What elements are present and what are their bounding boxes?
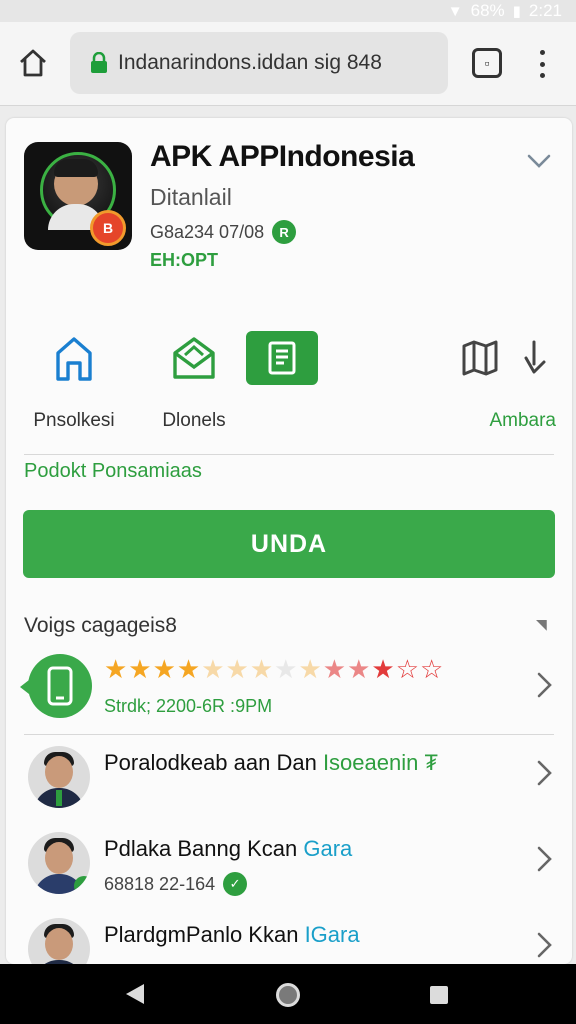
menu-dot-icon — [539, 61, 545, 67]
caret-icon[interactable]: ◥ — [536, 616, 547, 633]
action-label: Pnsolkesi — [33, 410, 115, 431]
list-item-title-accent: Gara — [303, 836, 353, 861]
system-nav-bar — [0, 964, 576, 1024]
app-icon-hair — [54, 159, 98, 177]
menu-dot-icon — [539, 50, 545, 55]
action-pnsolkesi[interactable]: Pnsolkesi — [24, 328, 124, 432]
browser-toolbar: Indanarindons.iddan sig 848 ▫ — [0, 22, 576, 106]
tabs-button[interactable]: ▫ — [472, 48, 502, 78]
section-link[interactable]: Podokt Ponsamiaas — [24, 460, 202, 483]
app-developer: Ditanlail — [150, 184, 232, 210]
list-item-meta-text: 68818 22-164 — [104, 873, 216, 894]
app-meta-text: G8a234 07/08 — [150, 221, 265, 242]
action-dlonels[interactable]: Dlonels — [144, 328, 244, 432]
tabs-icon: ▫ — [484, 55, 490, 71]
app-icon[interactable]: B — [24, 142, 132, 250]
action-ambara[interactable]: Ambara — [450, 328, 560, 432]
battery-icon: ▮ — [512, 3, 521, 20]
chevron-down-icon[interactable] — [526, 148, 552, 174]
wifi-icon: ▼ — [447, 2, 463, 20]
action-row: Pnsolkesi Dlonels Ambara — [6, 328, 572, 458]
app-title: APK APPIndonesia — [150, 140, 415, 173]
action-document[interactable] — [246, 328, 318, 388]
avatar-face — [45, 928, 73, 960]
envelope-open-icon — [173, 337, 215, 379]
divider — [24, 454, 554, 455]
chevron-right-icon — [537, 760, 552, 786]
status-bar: ▼ 68% ▮ 2:21 — [0, 0, 576, 22]
list-item-title-text: Poralodkeab aan Dan — [104, 750, 323, 775]
star-rating: ★★★★★★★★★★★★☆☆ — [104, 654, 445, 684]
divider — [24, 734, 554, 735]
avatar-face — [45, 842, 73, 874]
list-item[interactable]: Poralodkeab aan Dan Isoeaenin ₮ — [6, 742, 572, 824]
coin-icon: B — [90, 210, 126, 246]
list-item[interactable]: PlardgmPanlo Kkan IGara — [6, 914, 572, 964]
list-item-title-text: PlardgmPanlo Kkan — [104, 922, 305, 947]
touch-icon — [524, 340, 546, 374]
clock: 2:21 — [528, 1, 562, 20]
home-nav-icon[interactable] — [276, 983, 300, 1007]
avatar — [28, 918, 90, 964]
list-item-title-accent: IGara — [304, 922, 360, 947]
rating-meta: Strdk; 2200-6R :9PM — [104, 696, 273, 716]
map-icon — [462, 340, 498, 376]
menu-dot-icon — [539, 73, 545, 78]
address-bar[interactable]: Indanarindons.iddan sig 848 — [70, 32, 448, 94]
action-label: Ambara — [489, 410, 556, 431]
chevron-right-icon — [537, 846, 552, 872]
avatar — [28, 746, 90, 808]
home-button[interactable] — [14, 44, 52, 82]
avatar: ✓ — [28, 832, 90, 894]
phone-icon — [28, 654, 92, 718]
overflow-menu-button[interactable] — [532, 46, 552, 82]
document-icon — [268, 341, 296, 375]
chevron-right-icon — [537, 672, 552, 698]
battery-level: 68% — [470, 1, 505, 20]
rating-row[interactable]: ★★★★★★★★★★★★☆☆ Strdk; 2200-6R :9PM — [6, 654, 572, 736]
install-button[interactable]: UNDA — [23, 510, 555, 578]
app-tag: EH:OPT — [150, 250, 219, 270]
app-meta: G8a234 07/08 R — [150, 220, 297, 244]
action-label: Dlonels — [162, 410, 226, 431]
back-icon[interactable] — [126, 984, 144, 1004]
section-title: Voigs cagageis8 — [24, 614, 177, 637]
avatar-face — [45, 756, 73, 788]
badge-icon: ✓ — [74, 876, 90, 894]
chevron-right-icon — [537, 932, 552, 958]
list-item-title: PlardgmPanlo Kkan IGara — [104, 922, 360, 948]
home-icon — [20, 49, 46, 77]
list-item-meta: 68818 22-164 ✓ — [104, 872, 248, 896]
url-text: Indanarindons.iddan sig 848 — [118, 51, 382, 74]
app-card: B APK APPIndonesia Ditanlail G8a234 07/0… — [6, 118, 572, 964]
list-item[interactable]: ✓ Pdlaka Banng Kcan Gara 68818 22-164 ✓ — [6, 828, 572, 910]
verified-badge: ✓ — [223, 872, 248, 896]
home-outline-icon — [56, 337, 92, 381]
lock-icon — [91, 52, 107, 73]
verified-badge: R — [272, 220, 297, 244]
avatar-tie — [56, 790, 62, 806]
document-button[interactable] — [246, 331, 318, 385]
recents-icon[interactable] — [430, 986, 448, 1004]
list-item-title-accent: Isoeaenin ₮ — [322, 750, 438, 775]
list-item-title: Poralodkeab aan Dan Isoeaenin ₮ — [104, 750, 438, 776]
list-item-title: Pdlaka Banng Kcan Gara — [104, 836, 352, 862]
list-item-title-text: Pdlaka Banng Kcan — [104, 836, 304, 861]
